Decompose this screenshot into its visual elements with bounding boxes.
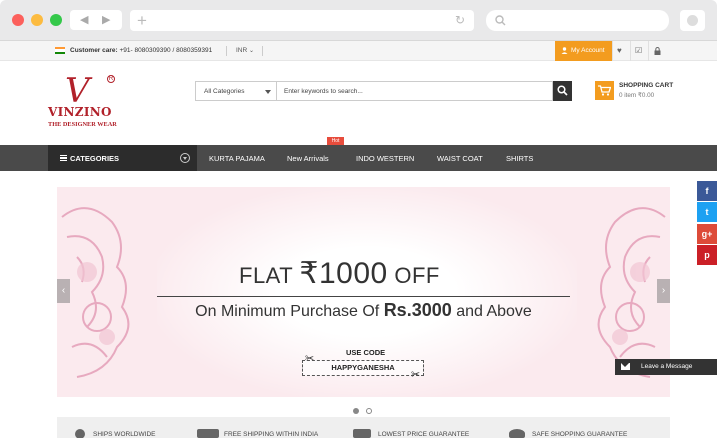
slider-dot-2[interactable] <box>366 408 372 414</box>
feature-ships-worldwide: SHIPS WORLDWIDE <box>93 431 156 438</box>
minimize-window-button[interactable] <box>31 14 43 26</box>
login-button[interactable] <box>648 41 665 61</box>
cart-icon <box>598 85 611 96</box>
twitter-icon[interactable]: t <box>697 202 717 222</box>
offer-condition: On Minimum Purchase Of Rs.3000 and Above <box>195 300 532 320</box>
menu-icon <box>60 155 67 161</box>
nav-item-indo-western[interactable]: INDO WESTERN <box>356 154 414 163</box>
leave-message-button[interactable]: Leave a Message <box>615 359 717 375</box>
category-select[interactable]: All Categories <box>195 81 276 101</box>
browser-extension-button[interactable] <box>680 10 705 31</box>
cart-button[interactable] <box>595 81 614 100</box>
maximize-window-button[interactable] <box>50 14 62 26</box>
customer-care-numbers: +91- 8080309390 / 8080359391 <box>119 47 213 54</box>
heart-icon: ♥ <box>617 46 622 55</box>
google-plus-icon[interactable]: g+ <box>697 224 717 244</box>
features-strip: SHIPS WORLDWIDE FREE SHIPPING WITHIN IND… <box>57 417 670 438</box>
categories-menu[interactable]: CATEGORIES <box>48 145 197 171</box>
divider <box>226 46 227 56</box>
new-tab-icon[interactable]: + <box>137 11 147 31</box>
search-icon <box>495 15 506 26</box>
price-tag-icon <box>353 429 371 438</box>
browser-search-bar[interactable] <box>486 10 669 31</box>
hero-banner[interactable]: FLAT ₹1000 OFF On Minimum Purchase Of Rs… <box>57 187 670 397</box>
use-code-label: USE CODE <box>346 348 386 357</box>
nav-item-kurta-pajama[interactable]: KURTA PAJAMA <box>209 154 265 163</box>
globe-icon <box>75 429 85 438</box>
history-buttons: ◀ ▶ <box>70 10 122 30</box>
feature-free-shipping: FREE SHIPPING WITHIN INDIA <box>224 431 319 438</box>
coupon-code: HAPPYGANESHA <box>302 360 424 376</box>
checkout-button[interactable]: ☑ <box>630 41 647 61</box>
envelope-icon <box>621 363 630 370</box>
slider-dot-1[interactable] <box>353 408 359 414</box>
wishlist-button[interactable]: ♥ <box>612 41 629 61</box>
slider-next-button[interactable]: › <box>657 279 670 303</box>
cart-summary[interactable]: 0 item ₹0.00 <box>619 92 654 99</box>
offer-amount: ₹1000 <box>299 257 388 290</box>
address-bar[interactable]: + ↻ <box>130 10 474 31</box>
search-icon <box>557 85 568 96</box>
currency-selector[interactable]: INR ⌄ <box>236 47 254 54</box>
nav-item-new-arrivals[interactable]: New Arrivals <box>287 154 329 163</box>
main-nav: CATEGORIES KURTA PAJAMA New Arrivals IND… <box>0 145 717 171</box>
divider <box>157 296 570 297</box>
search-button[interactable] <box>553 81 572 101</box>
check-square-icon: ☑ <box>635 46 643 55</box>
india-flag-icon <box>55 47 65 54</box>
my-account-button[interactable]: My Account <box>555 41 612 61</box>
chevron-down-icon <box>180 153 190 163</box>
feature-safe-shopping: SAFE SHOPPING GUARANTEE <box>532 431 628 438</box>
extension-icon <box>687 15 698 26</box>
brand-tagline: THE DESIGNER WEAR <box>48 121 117 128</box>
nav-item-waist-coat[interactable]: WAIST COAT <box>437 154 483 163</box>
customer-care: Customer care: +91- 8080309390 / 8080359… <box>70 47 213 54</box>
feature-lowest-price: LOWEST PRICE GUARANTEE <box>378 431 470 438</box>
divider <box>262 46 263 56</box>
brand-name: VINZINO <box>48 105 112 119</box>
back-icon[interactable]: ◀ <box>80 13 88 26</box>
truck-icon <box>197 429 219 438</box>
pinterest-icon[interactable]: p <box>697 245 717 265</box>
facebook-icon[interactable]: f <box>697 181 717 201</box>
browser-chrome: ◀ ▶ + ↻ <box>0 0 717 41</box>
search-input[interactable] <box>276 81 553 101</box>
close-window-button[interactable] <box>12 14 24 26</box>
chevron-down-icon: ⌄ <box>249 48 255 54</box>
user-icon <box>561 47 568 54</box>
top-bar: Customer care: +91- 8080309390 / 8080359… <box>0 41 717 61</box>
caret-down-icon <box>265 90 271 94</box>
reload-icon[interactable]: ↻ <box>455 13 465 27</box>
brand-logo[interactable]: V R VINZINO THE DESIGNER WEAR <box>47 71 127 133</box>
offer-headline: FLAT ₹1000 OFF <box>239 257 440 290</box>
shield-icon <box>509 429 525 438</box>
registered-mark: R <box>107 75 115 83</box>
ganesha-illustration-left <box>61 207 130 378</box>
lock-icon <box>654 47 661 55</box>
cart-title[interactable]: SHOPPING CART <box>619 82 673 89</box>
scissors-icon: ✂ <box>411 369 421 381</box>
nav-item-shirts[interactable]: SHIRTS <box>506 154 533 163</box>
slider-prev-button[interactable]: ‹ <box>57 279 70 303</box>
forward-icon[interactable]: ▶ <box>102 13 110 26</box>
